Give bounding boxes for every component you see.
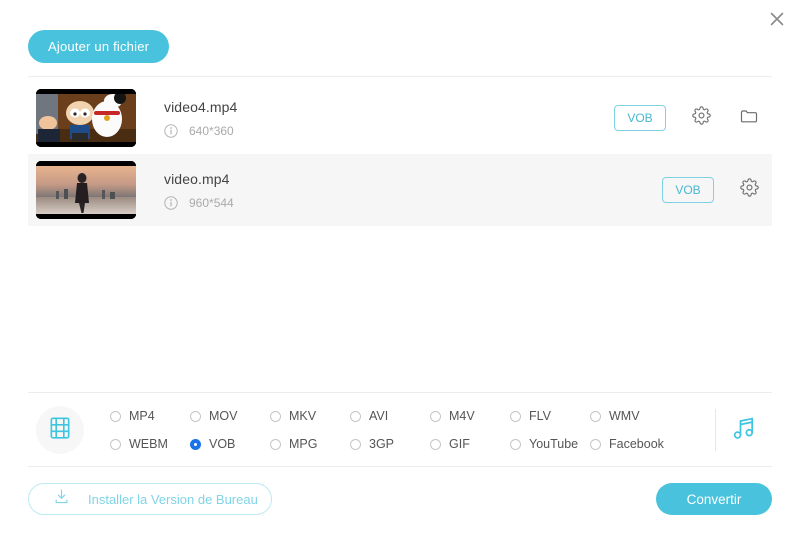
output-format-badge[interactable]: VOB — [662, 177, 714, 203]
folder-icon — [739, 106, 759, 131]
format-option-mp4[interactable]: MP4 — [110, 402, 190, 430]
radio-icon — [430, 410, 441, 422]
format-option-label: WEBM — [129, 437, 168, 451]
settings-button[interactable] — [688, 105, 714, 131]
video-format-tab[interactable] — [36, 406, 84, 454]
radio-icon — [510, 438, 521, 450]
open-folder-button[interactable] — [736, 105, 762, 131]
format-options: MP4 MOV MKV AVI M4V FLV WMV WEBM VOB MPG… — [110, 402, 715, 458]
file-dimensions: 960*544 — [189, 195, 234, 210]
format-option-webm[interactable]: WEBM — [110, 430, 190, 458]
close-icon — [767, 9, 787, 29]
format-option-label: VOB — [209, 437, 236, 451]
file-list: video4.mp4 640*360 VOB video.mp4 960*544… — [28, 82, 772, 226]
row-actions: VOB — [662, 177, 762, 203]
format-option-label: MOV — [209, 409, 238, 423]
format-option-mov[interactable]: MOV — [190, 402, 270, 430]
format-option-wmv[interactable]: WMV — [590, 402, 670, 430]
audio-format-tab[interactable] — [716, 414, 772, 447]
radio-icon — [350, 410, 361, 422]
film-strip-icon — [47, 415, 73, 446]
video-thumbnail[interactable] — [36, 89, 136, 147]
radio-icon — [510, 410, 521, 422]
file-name: video.mp4 — [164, 170, 230, 187]
format-option-youtube[interactable]: YouTube — [510, 430, 590, 458]
video-thumbnail[interactable] — [36, 161, 136, 219]
file-dimensions-row: 640*360 — [164, 124, 614, 138]
format-option-flv[interactable]: FLV — [510, 402, 590, 430]
install-desktop-label: Installer la Version de Bureau — [88, 491, 258, 507]
format-option-mkv[interactable]: MKV — [270, 402, 350, 430]
radio-icon — [590, 438, 601, 450]
format-option-m4v[interactable]: M4V — [430, 402, 510, 430]
file-meta: video4.mp4 640*360 — [164, 99, 614, 138]
radio-icon — [270, 438, 281, 450]
music-note-icon — [730, 414, 758, 447]
format-option-label: Facebook — [609, 437, 664, 451]
format-option-facebook[interactable]: Facebook — [590, 430, 670, 458]
format-option-label: M4V — [449, 409, 475, 423]
format-option-vob[interactable]: VOB — [190, 430, 270, 458]
download-icon — [53, 488, 70, 510]
radio-icon — [590, 410, 601, 422]
file-dimensions-row: 960*544 — [164, 196, 662, 210]
file-name: video4.mp4 — [164, 98, 238, 115]
divider-format-top — [28, 392, 772, 393]
radio-icon — [110, 438, 121, 450]
format-option-label: YouTube — [529, 437, 579, 451]
radio-icon — [350, 438, 361, 450]
format-option-gif[interactable]: GIF — [430, 430, 510, 458]
close-button[interactable] — [762, 4, 792, 34]
radio-icon — [110, 410, 121, 422]
format-option-label: FLV — [529, 409, 551, 423]
converter-window: Ajouter un fichier video4.mp4 640*360 VO… — [0, 0, 800, 545]
table-row[interactable]: video.mp4 960*544 VOB — [28, 154, 772, 226]
convert-button[interactable]: Convertir — [656, 483, 772, 515]
divider-top — [28, 76, 772, 77]
format-option-avi[interactable]: AVI — [350, 402, 430, 430]
output-format-badge[interactable]: VOB — [614, 105, 666, 131]
radio-icon — [190, 410, 201, 422]
format-option-label: 3GP — [369, 437, 395, 451]
info-icon[interactable] — [164, 123, 178, 138]
gear-icon — [739, 178, 759, 202]
format-option-label: MKV — [289, 409, 317, 423]
format-option-3gp[interactable]: 3GP — [350, 430, 430, 458]
format-option-mpg[interactable]: MPG — [270, 430, 350, 458]
convert-label: Convertir — [686, 491, 742, 507]
format-option-label: MP4 — [129, 409, 155, 423]
row-actions: VOB — [614, 105, 762, 131]
settings-button[interactable] — [736, 177, 762, 203]
info-icon[interactable] — [164, 195, 178, 210]
radio-icon — [270, 410, 281, 422]
install-desktop-button[interactable]: Installer la Version de Bureau — [28, 483, 272, 515]
format-option-label: WMV — [609, 409, 640, 423]
file-dimensions: 640*360 — [189, 123, 234, 138]
add-file-button[interactable]: Ajouter un fichier — [28, 30, 170, 63]
radio-icon — [190, 438, 201, 450]
file-meta: video.mp4 960*544 — [164, 171, 662, 210]
divider-format-bottom — [28, 466, 772, 467]
format-option-label: GIF — [449, 437, 470, 451]
table-row[interactable]: video4.mp4 640*360 VOB — [28, 82, 772, 154]
radio-icon — [430, 438, 441, 450]
format-option-label: AVI — [369, 409, 389, 423]
format-panel: MP4 MOV MKV AVI M4V FLV WMV WEBM VOB MPG… — [28, 396, 772, 464]
format-option-label: MPG — [289, 437, 318, 451]
add-file-label: Ajouter un fichier — [48, 39, 150, 54]
gear-icon — [691, 106, 711, 130]
